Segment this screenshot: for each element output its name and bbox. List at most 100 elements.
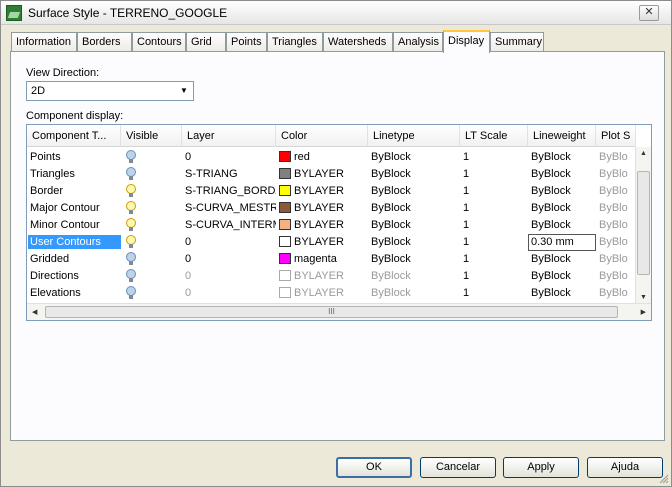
- tab-points[interactable]: Points: [226, 32, 267, 52]
- tab-watersheds[interactable]: Watersheds: [323, 32, 393, 52]
- table-row[interactable]: Directions 0 BYLAYER ByBlock 1 ByBlock ByBlo: [27, 268, 635, 285]
- table-row[interactable]: Gridded 0 magenta ByBlock 1 ByBlock ByBlo: [27, 251, 635, 268]
- color-cell[interactable]: BYLAYER: [276, 183, 368, 200]
- lightbulb-icon[interactable]: [126, 286, 136, 300]
- lineweight-cell[interactable]: ByBlock: [528, 149, 596, 166]
- color-cell[interactable]: BYLAYER: [276, 285, 368, 302]
- tab-triangles[interactable]: Triangles: [267, 32, 323, 52]
- linetype-cell[interactable]: ByBlock: [368, 234, 460, 251]
- horizontal-scrollbar[interactable]: ◀ III ▶: [27, 303, 651, 320]
- apply-button[interactable]: Apply: [503, 457, 579, 478]
- visible-toggle[interactable]: [121, 183, 182, 200]
- color-cell[interactable]: BYLAYER: [276, 217, 368, 234]
- column-header-lt-scale[interactable]: LT Scale: [460, 125, 528, 147]
- visible-toggle[interactable]: [121, 149, 182, 166]
- plot-cell[interactable]: ByBlo: [596, 183, 636, 200]
- component-cell[interactable]: Directions: [27, 268, 121, 285]
- component-cell[interactable]: Elevations: [27, 285, 121, 302]
- layer-cell[interactable]: S-CURVA_MESTRA: [182, 200, 276, 217]
- tab-grid[interactable]: Grid: [186, 32, 226, 52]
- visible-toggle[interactable]: [121, 200, 182, 217]
- layer-cell[interactable]: 0: [182, 285, 276, 302]
- color-cell[interactable]: BYLAYER: [276, 268, 368, 285]
- component-cell[interactable]: Major Contour: [27, 200, 121, 217]
- color-cell[interactable]: BYLAYER: [276, 166, 368, 183]
- lightbulb-icon[interactable]: [126, 201, 136, 215]
- tab-contours[interactable]: Contours: [132, 32, 186, 52]
- component-cell[interactable]: Border: [27, 183, 121, 200]
- table-row[interactable]: Points 0 red ByBlock 1 ByBlock ByBlo: [27, 149, 635, 166]
- lineweight-cell[interactable]: ByBlock: [528, 183, 596, 200]
- lightbulb-icon[interactable]: [126, 252, 136, 266]
- scroll-down-icon[interactable]: ▼: [640, 294, 647, 301]
- table-row[interactable]: Border S-TRIANG_BORDA BYLAYER ByBlock 1 ByBlo…: [27, 183, 635, 200]
- lightbulb-icon[interactable]: [126, 184, 136, 198]
- layer-cell[interactable]: S-TRIANG_BORDA: [182, 183, 276, 200]
- scroll-up-icon[interactable]: ▲: [640, 150, 647, 157]
- lineweight-cell[interactable]: ByBlock: [528, 268, 596, 285]
- lineweight-edit-field[interactable]: 0.30 mm: [528, 234, 596, 251]
- vertical-scroll-thumb[interactable]: [637, 171, 650, 275]
- view-direction-select[interactable]: 2D ▼: [26, 81, 194, 101]
- plot-cell[interactable]: ByBlo: [596, 200, 636, 217]
- plot-cell[interactable]: ByBlo: [596, 234, 636, 251]
- component-cell[interactable]: Triangles: [27, 166, 121, 183]
- column-header-color[interactable]: Color: [276, 125, 368, 147]
- lt-scale-cell[interactable]: 1: [460, 285, 528, 302]
- column-header-lineweight[interactable]: Lineweight: [528, 125, 596, 147]
- help-button[interactable]: Ajuda: [587, 457, 663, 478]
- color-cell[interactable]: BYLAYER: [276, 200, 368, 217]
- lt-scale-cell[interactable]: 1: [460, 251, 528, 268]
- component-cell[interactable]: Points: [27, 149, 121, 166]
- layer-cell[interactable]: 0: [182, 268, 276, 285]
- linetype-cell[interactable]: ByBlock: [368, 166, 460, 183]
- tab-summary[interactable]: Summary: [490, 32, 544, 52]
- lineweight-cell[interactable]: ByBlock: [528, 285, 596, 302]
- lightbulb-icon[interactable]: [126, 167, 136, 181]
- layer-cell[interactable]: 0: [182, 234, 276, 251]
- visible-toggle[interactable]: [121, 251, 182, 268]
- table-row[interactable]: Minor Contour S-CURVA_INTERM BYLAYER ByBloc…: [27, 217, 635, 234]
- visible-toggle[interactable]: [121, 217, 182, 234]
- lt-scale-cell[interactable]: 1: [460, 183, 528, 200]
- table-row[interactable]: Triangles S-TRIANG BYLAYER ByBlock 1 ByBlock B…: [27, 166, 635, 183]
- component-cell[interactable]: User Contours: [27, 234, 121, 251]
- lt-scale-cell[interactable]: 1: [460, 200, 528, 217]
- tab-borders[interactable]: Borders: [77, 32, 132, 52]
- color-cell[interactable]: BYLAYER: [276, 234, 368, 251]
- table-row[interactable]: Major Contour S-CURVA_MESTRA BYLAYER ByBloc…: [27, 200, 635, 217]
- resize-grip-icon[interactable]: [659, 474, 669, 484]
- color-cell[interactable]: red: [276, 149, 368, 166]
- column-header-plot[interactable]: Plot S: [596, 125, 636, 147]
- linetype-cell[interactable]: ByBlock: [368, 217, 460, 234]
- scroll-right-icon[interactable]: ▶: [641, 308, 646, 316]
- layer-cell[interactable]: 0: [182, 149, 276, 166]
- layer-cell[interactable]: 0: [182, 251, 276, 268]
- plot-cell[interactable]: ByBlo: [596, 217, 636, 234]
- plot-cell[interactable]: ByBlo: [596, 285, 636, 302]
- visible-toggle[interactable]: [121, 234, 182, 251]
- lt-scale-cell[interactable]: 1: [460, 234, 528, 251]
- horizontal-scroll-thumb[interactable]: III: [45, 306, 618, 318]
- color-cell[interactable]: magenta: [276, 251, 368, 268]
- visible-toggle[interactable]: [121, 268, 182, 285]
- column-header-layer[interactable]: Layer: [182, 125, 276, 147]
- component-cell[interactable]: Minor Contour: [27, 217, 121, 234]
- lt-scale-cell[interactable]: 1: [460, 268, 528, 285]
- vertical-scrollbar[interactable]: ▲ ▼: [635, 147, 651, 304]
- lt-scale-cell[interactable]: 1: [460, 149, 528, 166]
- linetype-cell[interactable]: ByBlock: [368, 285, 460, 302]
- lineweight-cell[interactable]: ByBlock: [528, 200, 596, 217]
- linetype-cell[interactable]: ByBlock: [368, 149, 460, 166]
- plot-cell[interactable]: ByBlo: [596, 268, 636, 285]
- plot-cell[interactable]: ByBlo: [596, 251, 636, 268]
- lt-scale-cell[interactable]: 1: [460, 166, 528, 183]
- scroll-left-icon[interactable]: ◀: [32, 308, 37, 316]
- linetype-cell[interactable]: ByBlock: [368, 200, 460, 217]
- linetype-cell[interactable]: ByBlock: [368, 268, 460, 285]
- tab-analysis[interactable]: Analysis: [393, 32, 443, 52]
- component-cell[interactable]: Gridded: [27, 251, 121, 268]
- lightbulb-icon[interactable]: [126, 235, 136, 249]
- column-header-visible[interactable]: Visible: [121, 125, 182, 147]
- lineweight-cell[interactable]: ByBlock: [528, 251, 596, 268]
